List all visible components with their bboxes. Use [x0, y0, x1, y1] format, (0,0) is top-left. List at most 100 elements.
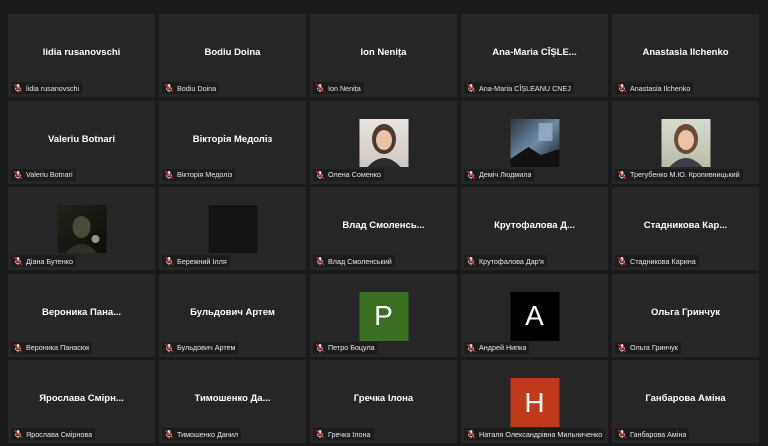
muted-mic-icon — [13, 256, 23, 266]
participant-display-name: Бульдович Артем — [190, 306, 275, 318]
muted-mic-icon — [315, 256, 325, 266]
muted-mic-icon — [13, 429, 23, 439]
participant-name-label: Деміч Людмила — [479, 170, 532, 179]
muted-mic-icon — [13, 170, 23, 179]
participant-tile[interactable]: Влад Смоленсь... Влад Смоленський — [310, 187, 457, 270]
avatar: H — [510, 378, 559, 427]
name-tag: Бережний Ілля — [162, 255, 230, 267]
participant-name-label: Влад Смоленський — [328, 256, 392, 266]
participant-tile[interactable]: Ганбарова Аміна Ганбарова Аміна — [612, 360, 759, 443]
participant-tile[interactable]: A Андрей Нипка — [461, 273, 608, 357]
muted-mic-icon — [466, 83, 476, 93]
muted-mic-icon — [617, 170, 627, 179]
participant-tile[interactable]: Anastasia Ilchenko Anastasia Ilchenko — [612, 14, 759, 97]
participant-tile[interactable]: Ion Nenița Ion Nenița — [310, 14, 457, 97]
video-feed — [208, 205, 257, 253]
name-tag: Стадникова Карина — [615, 255, 699, 267]
name-tag: Гречка Ілона — [313, 428, 374, 440]
name-tag: Петро Боцула — [313, 341, 378, 354]
participant-display-name: Гречка Ілона — [353, 393, 414, 404]
participant-name-label: Діана Бутенко — [26, 256, 73, 266]
participant-display-name: Ana-Maria CÎȘLE... — [492, 47, 577, 58]
muted-mic-icon — [617, 429, 627, 439]
participant-display-name: Вероника Пана... — [41, 306, 122, 318]
name-tag: Деміч Людмила — [464, 168, 535, 181]
muted-mic-icon — [13, 83, 23, 93]
participant-tile[interactable]: Тимошенко Да... Тимошенко Данил — [159, 360, 306, 443]
participant-tile[interactable]: lidia rusanovschi lidia rusanovschi — [8, 14, 155, 97]
participant-tile[interactable]: Гречка Ілона Гречка Ілона — [310, 360, 457, 443]
participant-tile[interactable]: Крутофалова Д... Крутофалова Дар'я — [461, 187, 608, 270]
participant-name-label: Крутофалова Дар'я — [479, 256, 544, 266]
muted-mic-icon — [315, 170, 325, 179]
muted-mic-icon — [164, 343, 174, 352]
participant-display-name: Вікторія Медоліз — [192, 133, 273, 145]
muted-mic-icon — [315, 83, 325, 93]
participant-name-label: Ana-Maria CÎȘLEANU CNEJ — [479, 83, 571, 93]
participant-tile[interactable]: Вероника Пана... Вероника Панасюк — [8, 273, 155, 357]
participant-name-label: Бережний Ілля — [177, 256, 227, 266]
name-tag: Андрей Нипка — [464, 341, 530, 354]
muted-mic-icon — [466, 429, 476, 439]
name-tag: Вікторія Медоліз — [162, 168, 236, 181]
participant-name-label: Андрей Нипка — [479, 343, 527, 352]
name-tag: lidia rusanovschi — [11, 82, 83, 94]
participant-display-name: Ярослава Смірн... — [39, 393, 124, 404]
participant-tile[interactable]: Бульдович Артем Бульдович Артем — [159, 273, 306, 357]
participant-tile[interactable]: Трегубенко М.Ю. Кропивницький — [612, 100, 759, 184]
participant-name-label: Вікторія Медоліз — [177, 170, 233, 179]
participant-name-label: Ярослава Смірнова — [26, 429, 93, 439]
name-tag: Влад Смоленський — [313, 255, 395, 267]
participant-tile[interactable]: P Петро Боцула — [310, 273, 457, 357]
participant-tile[interactable]: Вікторія Медоліз Вікторія Медоліз — [159, 100, 306, 184]
participant-name-label: Тимошенко Данил — [177, 429, 239, 439]
participant-name-label: Стадникова Карина — [630, 256, 696, 266]
participant-name-label: Бульдович Артем — [177, 343, 236, 352]
participant-display-name: lidia rusanovschi — [42, 47, 121, 58]
participant-tile[interactable]: Деміч Людмила — [461, 100, 608, 184]
gallery-grid: lidia rusanovschi lidia rusanovschi Bodiu … — [8, 14, 760, 443]
participant-display-name: Ion Nenița — [360, 47, 407, 58]
name-tag: Наталя Олександрівна Мильниченко — [464, 428, 606, 440]
muted-mic-icon — [315, 343, 325, 352]
muted-mic-icon — [315, 429, 325, 439]
muted-mic-icon — [164, 256, 174, 266]
video-feed — [57, 205, 106, 253]
participant-tile[interactable]: Бережний Ілля — [159, 187, 306, 270]
name-tag: Bodiu Doina — [162, 82, 220, 94]
participant-tile[interactable]: Ana-Maria CÎȘLE... Ana-Maria CÎȘLEANU CNE… — [461, 14, 608, 97]
participant-name-label: Гречка Ілона — [328, 429, 371, 439]
participant-name-label: Ганбарова Аміна — [630, 429, 687, 439]
name-tag: Бульдович Артем — [162, 341, 239, 354]
participant-tile[interactable]: Діана Бутенко — [8, 187, 155, 270]
participant-display-name: Крутофалова Д... — [494, 220, 575, 231]
participant-tile[interactable]: Valeriu Botnari Valeriu Botnari — [8, 100, 155, 184]
participant-display-name: Ольга Гринчук — [651, 306, 720, 318]
participant-tile[interactable]: Ольга Гринчук Ольга Гринчук — [612, 273, 759, 357]
participant-display-name: Влад Смоленсь... — [342, 220, 425, 231]
muted-mic-icon — [13, 343, 23, 352]
name-tag: Тимошенко Данил — [162, 428, 242, 440]
participant-name-label: Вероника Панасюк — [26, 343, 90, 352]
participant-display-name: Valeriu Botnari — [47, 133, 116, 145]
name-tag: Діана Бутенко — [11, 255, 76, 267]
name-tag: Крутофалова Дар'я — [464, 255, 547, 267]
avatar: P — [359, 291, 408, 341]
name-tag: Олена Соменко — [313, 168, 384, 181]
muted-mic-icon — [466, 343, 476, 352]
video-feed — [510, 118, 559, 167]
participant-tile[interactable]: H Наталя Олександрівна Мильниченко — [461, 360, 608, 443]
participant-name-label: Ion Nenița — [328, 83, 361, 93]
participant-name-label: Петро Боцула — [328, 343, 375, 352]
participant-tile[interactable]: Олена Соменко — [310, 100, 457, 184]
name-tag: Ion Nenița — [313, 82, 364, 94]
participant-display-name: Стадникова Кар... — [643, 220, 728, 231]
participant-tile[interactable]: Стадникова Кар... Стадникова Карина — [612, 187, 759, 270]
participant-name-label: Bodiu Doina — [177, 83, 217, 93]
muted-mic-icon — [617, 343, 627, 352]
name-tag: Valeriu Botnari — [11, 168, 76, 181]
participant-tile[interactable]: Bodiu Doina Bodiu Doina — [159, 14, 306, 97]
participant-name-label: Anastasia Ilchenko — [630, 83, 691, 93]
participant-tile[interactable]: Ярослава Смірн... Ярослава Смірнова — [8, 360, 155, 443]
muted-mic-icon — [164, 170, 174, 179]
